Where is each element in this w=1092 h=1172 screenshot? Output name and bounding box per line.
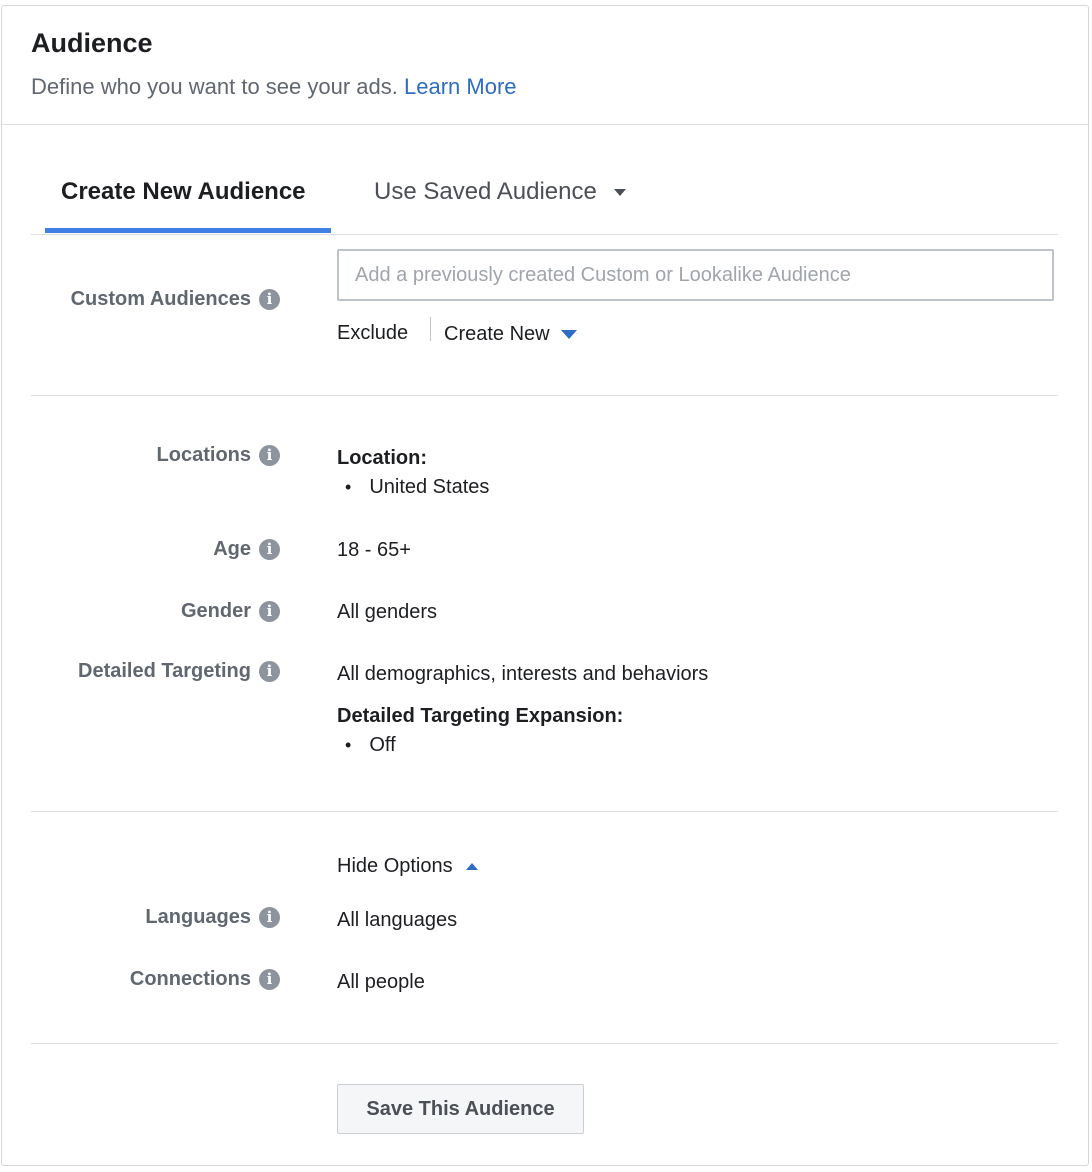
section-divider [31, 1043, 1058, 1044]
section-divider [31, 395, 1058, 396]
locations-label: Locations i [157, 444, 280, 467]
expansion-heading: Detailed Targeting Expansion: [337, 705, 624, 727]
info-icon[interactable]: i [259, 969, 280, 990]
section-divider [31, 811, 1058, 812]
tab-create-new-audience[interactable]: Create New Audience [61, 178, 306, 206]
detailed-targeting-value[interactable]: All demographics, interests and behavior… [337, 663, 708, 757]
connections-value[interactable]: All people [337, 971, 425, 994]
info-icon[interactable]: i [259, 445, 280, 466]
tab-use-saved-audience[interactable]: Use Saved Audience [374, 178, 626, 206]
chevron-down-icon [613, 189, 626, 197]
info-icon[interactable]: i [259, 907, 280, 928]
label-text: Connections [129, 968, 251, 990]
location-heading: Location: [337, 447, 427, 469]
save-audience-button[interactable]: Save This Audience [337, 1084, 584, 1134]
expansion-item: Off [369, 734, 396, 756]
info-icon[interactable]: i [259, 289, 280, 310]
info-icon[interactable]: i [259, 601, 280, 622]
detailed-targeting-text: All demographics, interests and behavior… [337, 663, 709, 685]
exclude-link[interactable]: Exclude [337, 322, 408, 345]
languages-label: Languages i [145, 906, 280, 929]
hide-options-label: Hide Options [337, 855, 453, 877]
page-subtitle: Define who you want to see your ads. Lea… [31, 74, 517, 100]
list-item: • Off [345, 734, 708, 757]
hide-options-toggle[interactable]: Hide Options [337, 855, 479, 878]
audience-panel: Audience Define who you want to see your… [1, 5, 1089, 1166]
custom-audience-input[interactable] [337, 249, 1054, 301]
age-label: Age i [213, 538, 280, 561]
create-new-label: Create New [444, 323, 550, 345]
label-text: Custom Audiences [70, 288, 251, 310]
tab-label: Create New Audience [61, 178, 306, 205]
label-text: Gender [180, 600, 251, 622]
chevron-down-icon [561, 330, 578, 340]
learn-more-link[interactable]: Learn More [404, 74, 517, 99]
location-item: United States [369, 476, 490, 498]
audience-tabs: Create New Audience Use Saved Audience [31, 156, 1058, 235]
info-icon[interactable]: i [259, 539, 280, 560]
bullet-icon: • [345, 477, 352, 497]
label-text: Age [213, 538, 251, 560]
create-new-dropdown[interactable]: Create New [444, 323, 578, 346]
bullet-icon: • [345, 735, 352, 755]
label-text: Locations [156, 444, 251, 466]
chevron-up-icon [466, 863, 479, 871]
page-title: Audience [31, 28, 153, 58]
detailed-targeting-label: Detailed Targeting i [78, 660, 280, 683]
label-text: Detailed Targeting [78, 660, 251, 682]
link-separator [430, 317, 431, 341]
subtitle-text: Define who you want to see your ads. [31, 74, 398, 99]
tab-label: Use Saved Audience [374, 178, 597, 205]
info-icon[interactable]: i [259, 661, 280, 682]
panel-header: Audience Define who you want to see your… [2, 6, 1088, 125]
custom-audiences-label: Custom Audiences i [71, 288, 280, 311]
label-text: Languages [145, 906, 251, 928]
gender-value[interactable]: All genders [337, 601, 437, 624]
gender-label: Gender i [181, 600, 280, 623]
active-tab-indicator [45, 228, 331, 233]
locations-value[interactable]: Location: • United States [337, 447, 489, 499]
age-value[interactable]: 18 - 65+ [337, 539, 411, 562]
connections-label: Connections i [130, 968, 280, 991]
languages-value[interactable]: All languages [337, 909, 457, 932]
list-item: • United States [345, 476, 489, 499]
